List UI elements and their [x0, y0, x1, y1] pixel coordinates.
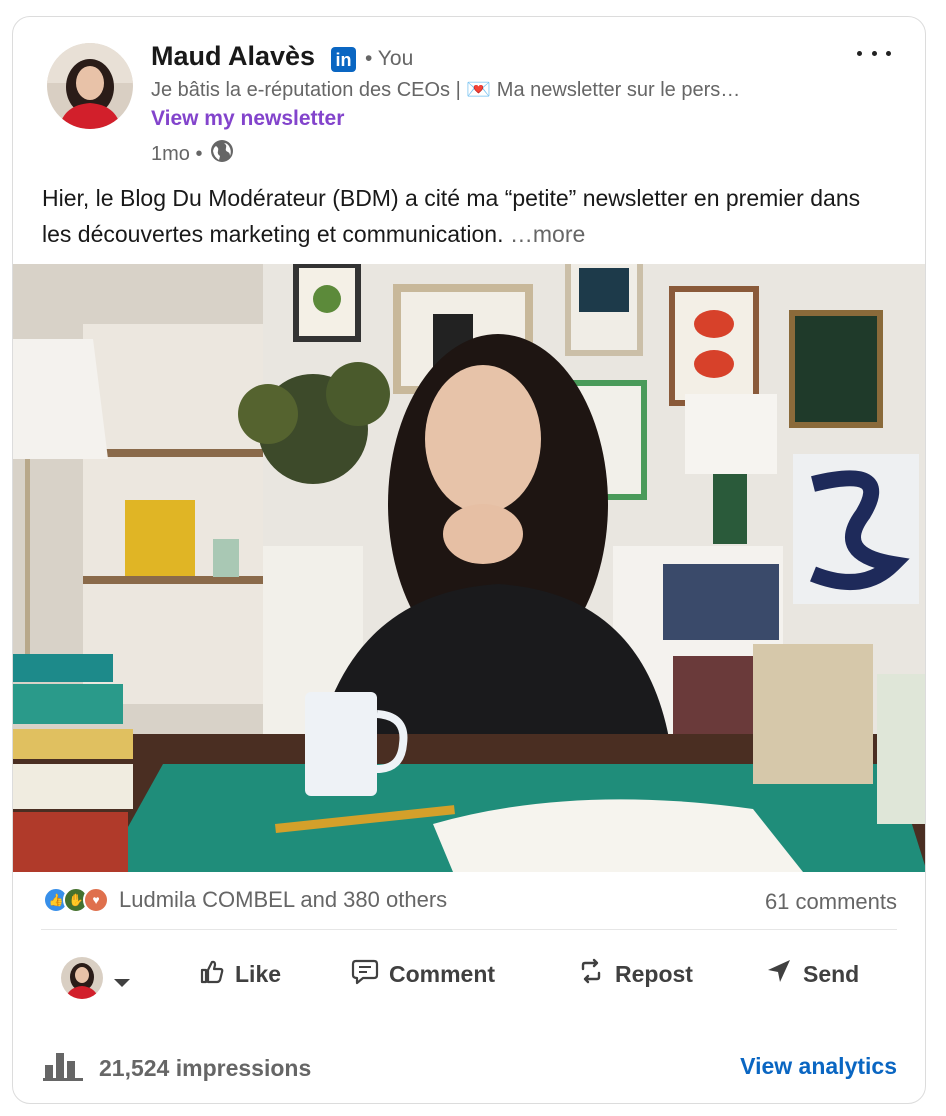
divider — [41, 929, 897, 930]
repost-label: Repost — [615, 960, 693, 987]
action-bar: Like Comment Repost Send — [13, 957, 925, 1007]
caret-down-icon — [113, 968, 131, 995]
repost-icon — [577, 957, 605, 991]
comment-button[interactable]: Comment — [351, 957, 495, 991]
author-headline: Je bâtis la e-réputation des CEOs | 💌 Ma… — [151, 79, 741, 101]
view-newsletter-link[interactable]: View my newsletter — [151, 107, 344, 131]
like-button[interactable]: Like — [197, 957, 281, 991]
bar-chart-icon — [43, 1049, 83, 1087]
dot-icon — [871, 50, 877, 56]
see-more-button[interactable]: …more — [510, 221, 585, 247]
more-options-button[interactable] — [857, 43, 891, 63]
relation-label: • You — [365, 47, 414, 70]
impressions-label: 21,524 impressions — [99, 1054, 312, 1081]
send-icon — [765, 957, 793, 991]
post-body: Hier, le Blog Du Modérateur (BDM) a cité… — [42, 185, 861, 247]
reaction-icons: 👍 ✋ ♥ — [43, 887, 109, 913]
love-reaction-icon: ♥ — [83, 887, 109, 913]
dot-icon — [886, 50, 891, 56]
post-timestamp: 1mo • — [151, 139, 234, 169]
post-image[interactable] — [13, 264, 925, 872]
thumbs-up-icon — [197, 957, 225, 991]
reactions-summary[interactable]: 👍 ✋ ♥ Ludmila COMBEL and 380 others — [43, 887, 447, 913]
send-button[interactable]: Send — [765, 957, 859, 991]
author-name[interactable]: Maud Alavès — [151, 41, 315, 72]
comment-icon — [351, 957, 379, 991]
post-text: Hier, le Blog Du Modérateur (BDM) a cité… — [42, 180, 882, 252]
linkedin-premium-icon: in — [331, 47, 356, 72]
globe-icon — [210, 139, 234, 169]
post-card: Maud Alavès in • You Je bâtis la e-réput… — [12, 16, 926, 1104]
comments-count[interactable]: 61 comments — [765, 889, 897, 915]
repost-button[interactable]: Repost — [577, 957, 693, 991]
dot-icon — [857, 50, 862, 56]
comment-label: Comment — [389, 960, 496, 987]
send-label: Send — [803, 960, 860, 987]
reactors-label[interactable]: Ludmila COMBEL and 380 others — [119, 887, 447, 913]
time-label: 1mo • — [151, 142, 203, 165]
user-avatar — [61, 957, 103, 1005]
reaction-identity-switcher[interactable] — [61, 957, 131, 1005]
author-avatar[interactable] — [47, 43, 133, 129]
view-analytics-link[interactable]: View analytics — [740, 1053, 897, 1080]
like-label: Like — [235, 960, 282, 987]
impressions-row: 21,524 impressions — [43, 1049, 311, 1087]
